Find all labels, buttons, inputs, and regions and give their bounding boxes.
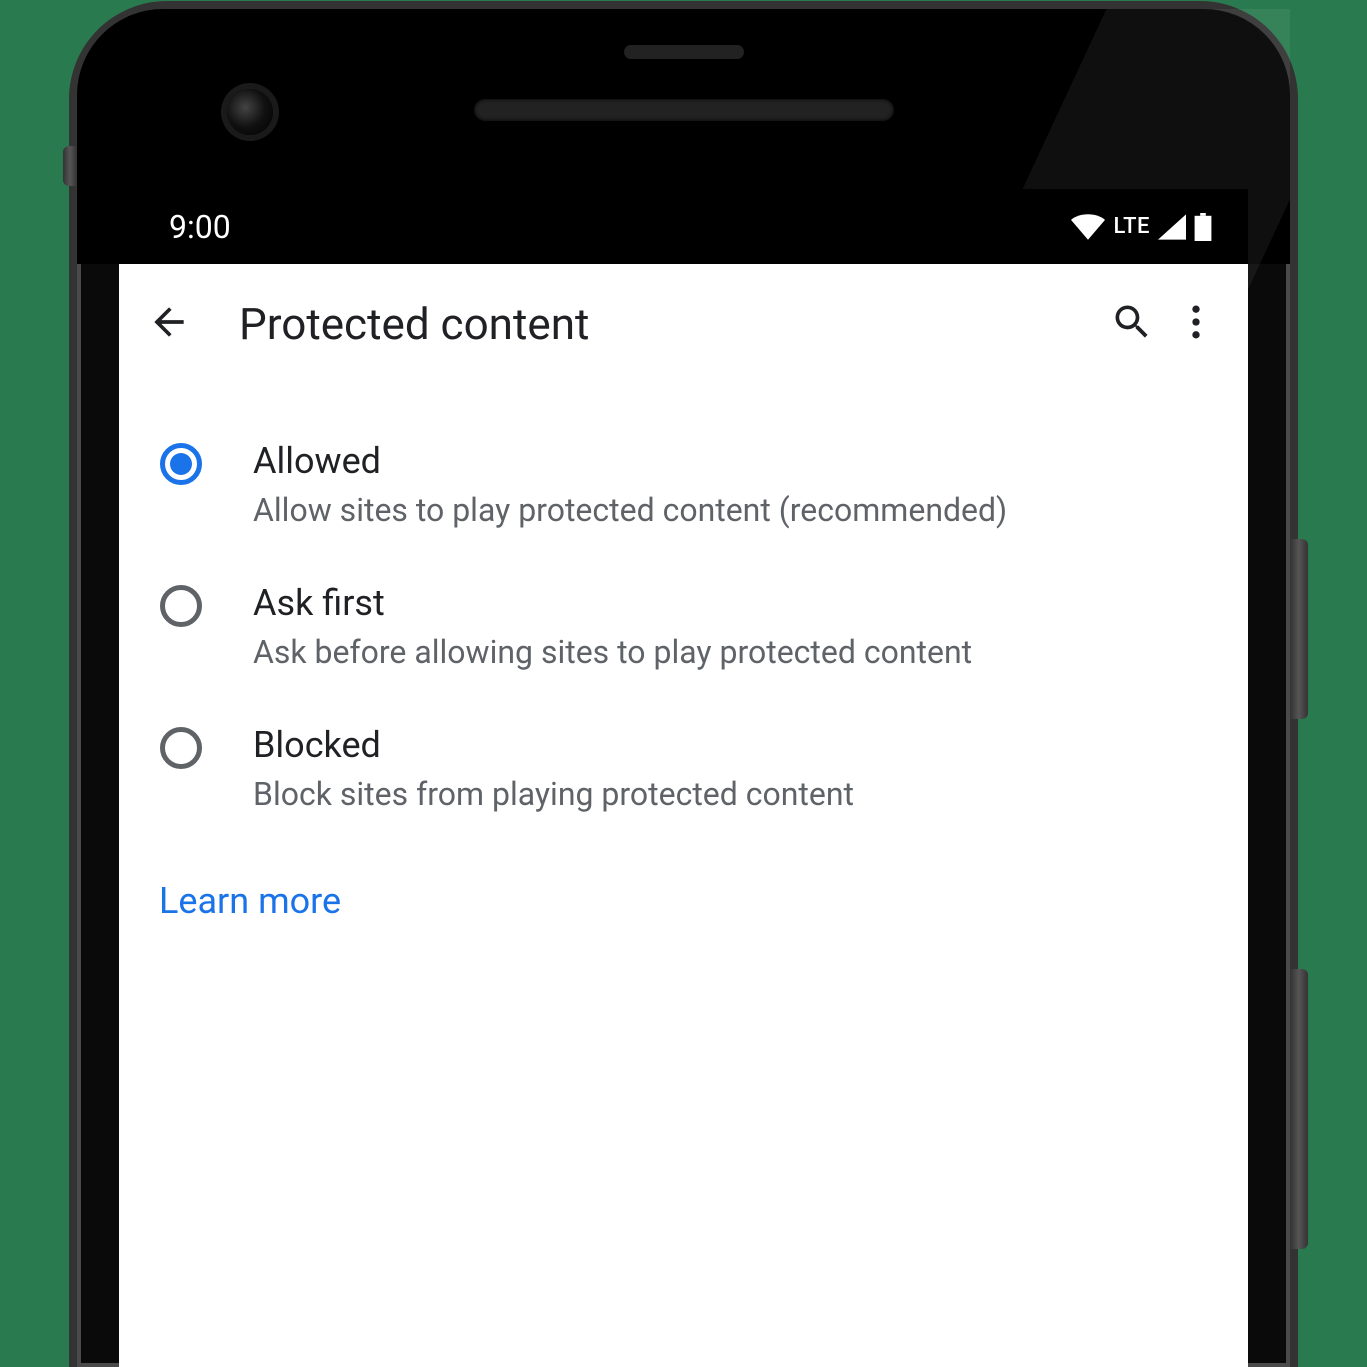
- phone-speaker-grille: [474, 99, 894, 121]
- radio-selected-icon: [160, 443, 202, 485]
- app-bar: Protected content: [119, 264, 1248, 384]
- radio-unselected-icon: [160, 585, 202, 627]
- wifi-icon: [1071, 214, 1105, 240]
- option-title: Allowed: [253, 438, 1208, 485]
- status-time: 9:00: [169, 208, 231, 246]
- more-options-button[interactable]: [1164, 292, 1228, 356]
- battery-icon: [1194, 213, 1212, 241]
- phone-side-button-volume: [1290, 969, 1308, 1249]
- radio-button-allowed[interactable]: [159, 442, 203, 486]
- status-icons: LTE: [1071, 213, 1212, 241]
- radio-button-ask-first[interactable]: [159, 584, 203, 628]
- search-icon: [1110, 300, 1154, 348]
- settings-content: Allowed Allow sites to play protected co…: [119, 384, 1248, 922]
- option-description: Allow sites to play protected content (r…: [253, 489, 1208, 532]
- option-description: Block sites from playing protected conte…: [253, 773, 1208, 816]
- option-description: Ask before allowing sites to play protec…: [253, 631, 1208, 674]
- radio-unselected-icon: [160, 727, 202, 769]
- option-allowed-text: Allowed Allow sites to play protected co…: [253, 438, 1208, 532]
- arrow-back-icon: [147, 300, 191, 348]
- cellular-signal-icon: [1158, 214, 1186, 240]
- option-title: Blocked: [253, 722, 1208, 769]
- more-vert-icon: [1174, 300, 1218, 348]
- search-button[interactable]: [1100, 292, 1164, 356]
- learn-more-link[interactable]: Learn more: [159, 880, 341, 922]
- page-title: Protected content: [239, 298, 1100, 350]
- option-ask-first-text: Ask first Ask before allowing sites to p…: [253, 580, 1208, 674]
- radio-button-blocked[interactable]: [159, 726, 203, 770]
- back-button[interactable]: [139, 294, 199, 354]
- status-bar: 9:00 LTE: [119, 189, 1248, 264]
- phone-side-button-left: [63, 146, 77, 186]
- phone-front-camera: [227, 89, 273, 135]
- phone-sensor-notch: [624, 45, 744, 59]
- network-type-label: LTE: [1113, 214, 1150, 239]
- option-blocked-text: Blocked Block sites from playing protect…: [253, 722, 1208, 816]
- option-allowed[interactable]: Allowed Allow sites to play protected co…: [119, 414, 1248, 556]
- option-ask-first[interactable]: Ask first Ask before allowing sites to p…: [119, 556, 1248, 698]
- phone-frame: 9:00 LTE Protected content: [77, 9, 1290, 1367]
- option-blocked[interactable]: Blocked Block sites from playing protect…: [119, 698, 1248, 840]
- phone-screen: 9:00 LTE Protected content: [119, 189, 1248, 1367]
- phone-side-button-power: [1290, 539, 1308, 719]
- option-title: Ask first: [253, 580, 1208, 627]
